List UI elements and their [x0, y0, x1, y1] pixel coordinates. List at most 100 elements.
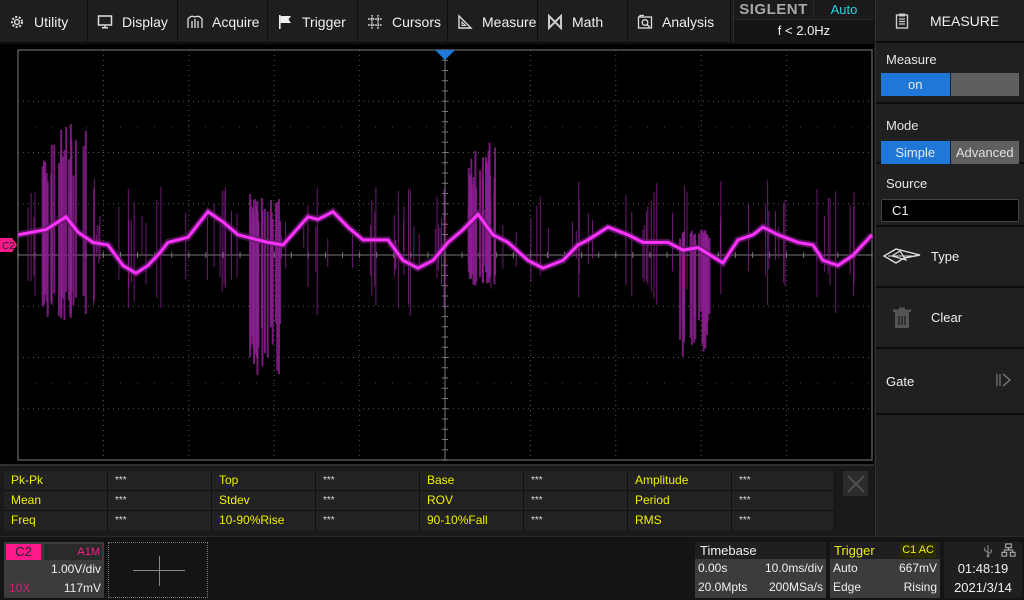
measurement-label[interactable]: Freq [4, 511, 108, 530]
measurement-value: *** [524, 471, 628, 490]
menu-cursors[interactable]: Cursors [358, 0, 448, 43]
add-channel-button[interactable] [108, 542, 208, 598]
measurement-value: *** [732, 491, 835, 510]
top-menu-bar: Utility Display Acquire Trigger Cursors … [0, 0, 874, 43]
set-square-type-icon [882, 247, 922, 267]
channel-probe-factor: 10X [9, 581, 31, 595]
clear-label: Clear [931, 310, 963, 325]
clipboard-icon [895, 13, 909, 29]
measurement-label[interactable]: Amplitude [628, 471, 732, 490]
channel-vertical-scale: 1.00V/div [50, 562, 101, 576]
measure-on-option[interactable]: on [881, 73, 950, 96]
clock-time: 01:48:19 [957, 561, 1009, 576]
close-icon [846, 474, 865, 493]
source-label: Source [886, 176, 928, 191]
trigger-level: 667mV [898, 561, 937, 575]
waveform-display[interactable]: C2 [0, 44, 874, 464]
measurement-label[interactable]: Mean [4, 491, 108, 510]
measurement-value: *** [108, 511, 212, 530]
plus-icon-v [159, 556, 160, 586]
trigger-slope: Rising [903, 580, 937, 594]
channel-marker-label: C2 [2, 241, 15, 252]
menu-label: Math [572, 13, 604, 30]
brand-logo: SIGLENT [734, 0, 814, 20]
measure-toggle[interactable]: on [881, 73, 1019, 96]
mode-simple-option[interactable]: Simple [881, 141, 950, 164]
menu-measure[interactable]: Measure [448, 0, 538, 43]
measurement-value: *** [732, 471, 835, 490]
menu-label: Display [122, 13, 168, 30]
menu-trigger[interactable]: Trigger [268, 0, 358, 43]
flag-icon [277, 14, 293, 30]
clock-date: 2021/3/14 [954, 580, 1012, 595]
trigger-mode: Auto [833, 561, 858, 575]
menu-label: Cursors [392, 13, 442, 30]
menu-label: Utility [34, 13, 69, 30]
measurement-value: *** [732, 511, 835, 530]
measurement-value: *** [108, 491, 212, 510]
acquire-icon [187, 14, 203, 30]
measure-side-panel: MEASURE Measure on Mode Simple Advanced … [875, 0, 1024, 536]
mode-advanced-option[interactable]: Advanced [950, 141, 1019, 164]
channel-offset: 117mV [63, 581, 101, 595]
measurement-label[interactable]: Period [628, 491, 732, 510]
source-select[interactable]: C1 [881, 199, 1019, 222]
channel-coupling: A1M [44, 544, 102, 560]
menu-label: Trigger [302, 13, 346, 30]
channel-c2-info[interactable]: C2 A1M 1.00V/div 10X 117mV [4, 542, 104, 598]
clear-button[interactable]: Clear [876, 288, 1024, 349]
math-icon [547, 13, 563, 30]
type-button[interactable]: Type [876, 227, 1024, 288]
measurement-panel: Pk-Pk *** Top *** Base *** Amplitude *** Mean ***… [0, 464, 874, 536]
frequency-counter: f < 2.0Hz [734, 20, 874, 42]
measurement-label[interactable]: Top [212, 471, 316, 490]
menu-utility[interactable]: Utility [0, 0, 88, 43]
measure-off-option[interactable] [950, 73, 1019, 96]
menu-analysis[interactable]: Analysis [628, 0, 731, 43]
measurement-label[interactable]: RMS [628, 511, 732, 530]
menu-label: Analysis [662, 13, 715, 30]
analysis-icon [637, 14, 653, 30]
gear-icon [9, 14, 25, 30]
cursor-grid-icon [367, 14, 383, 30]
set-square-icon [457, 13, 473, 30]
gate-button[interactable]: Gate [876, 349, 1024, 415]
trigger-info[interactable]: Trigger C1 AC Auto 667mV Edge Rising [830, 542, 940, 598]
trigger-position-marker [435, 50, 455, 60]
measurement-value: *** [524, 491, 628, 510]
trigger-source-coupling: C1 AC [900, 543, 936, 558]
graticule: C2 [0, 49, 874, 461]
measure-section: Measure on [876, 43, 1024, 104]
menu-label: Acquire [212, 13, 260, 30]
timebase-scale: 10.0ms/div [764, 561, 823, 575]
channel-name-badge[interactable]: C2 [6, 544, 41, 560]
timebase-info[interactable]: Timebase 0.00s 10.0ms/div 20.0Mpts 200MS… [695, 542, 826, 598]
usb-icon [984, 544, 992, 557]
trigger-mode-status[interactable]: Auto [814, 0, 874, 20]
close-measurements-button[interactable] [843, 471, 868, 496]
measurement-label[interactable]: Pk-Pk [4, 471, 108, 490]
menu-display[interactable]: Display [88, 0, 178, 43]
measurement-label[interactable]: ROV [420, 491, 524, 510]
memory-depth: 20.0Mpts [698, 580, 748, 594]
mode-toggle[interactable]: Simple Advanced [881, 141, 1019, 164]
menu-acquire[interactable]: Acquire [178, 0, 268, 43]
status-bar: C2 A1M 1.00V/div 10X 117mV Timebase 0.00… [0, 536, 1024, 600]
submenu-arrow-icon [996, 373, 1012, 390]
panel-title: MEASURE [930, 12, 1000, 29]
trigger-type: Edge [833, 580, 862, 594]
status-header: SIGLENT Auto f < 2.0Hz [733, 0, 874, 43]
measurement-label[interactable]: Base [420, 471, 524, 490]
measurement-label[interactable]: 90-10%Fall [420, 511, 524, 530]
measurement-value: *** [108, 471, 212, 490]
source-section: Source C1 [876, 164, 1024, 227]
measurement-label[interactable]: Stdev [212, 491, 316, 510]
sample-rate: 200MSa/s [768, 580, 823, 594]
menu-math[interactable]: Math [538, 0, 628, 43]
measurement-label[interactable]: 10-90%Rise [212, 511, 316, 530]
measurement-value: *** [316, 511, 420, 530]
measure-label: Measure [886, 52, 937, 67]
measurement-table: Pk-Pk *** Top *** Base *** Amplitude *** Mean ***… [4, 471, 835, 530]
panel-header: MEASURE [876, 0, 1024, 43]
timebase-delay: 0.00s [698, 561, 728, 575]
